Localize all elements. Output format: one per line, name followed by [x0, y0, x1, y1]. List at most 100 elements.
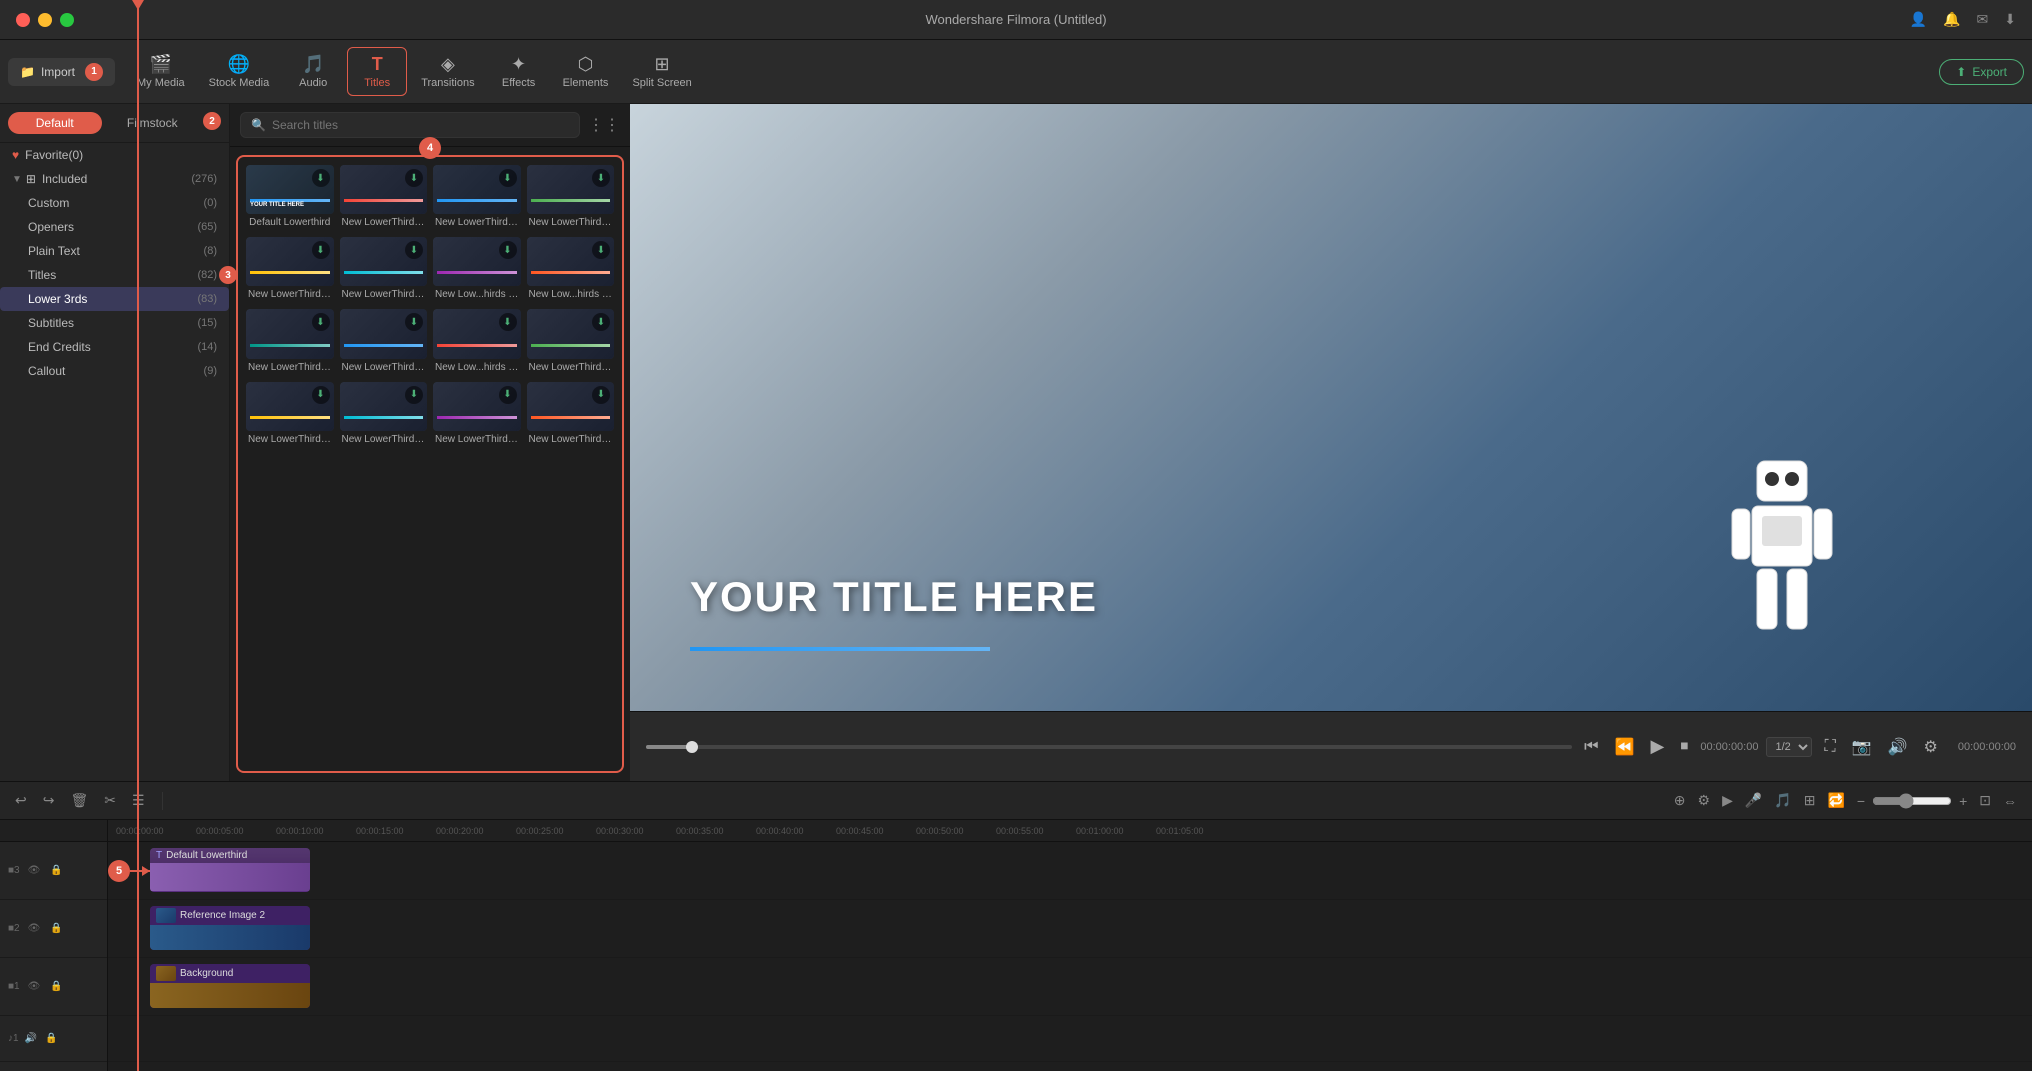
- delete-button[interactable]: 🗑: [67, 789, 91, 812]
- audio-num: ♪1: [8, 1033, 19, 1044]
- thumb-item-4[interactable]: ⬇ New LowerThirds 12: [527, 165, 615, 231]
- import-button[interactable]: 📁 Import 1: [8, 58, 115, 86]
- thumb-item-2[interactable]: ⬇ New LowerThirds 1: [340, 165, 428, 231]
- download-icon-7[interactable]: ⬇: [499, 241, 517, 259]
- track-1-eye[interactable]: 👁: [26, 979, 43, 994]
- maximize-button[interactable]: [60, 13, 74, 27]
- thumb-item-11[interactable]: ⬇ New Low...hirds 37: [433, 309, 521, 375]
- clip-ref-body: [150, 925, 310, 950]
- download-icon-11[interactable]: ⬇: [499, 313, 517, 331]
- track-1-lock[interactable]: 🔒: [48, 979, 64, 994]
- thumb-item-13[interactable]: ⬇ New LowerThirds 9: [246, 382, 334, 448]
- progress-bar[interactable]: [646, 745, 1572, 749]
- progress-handle[interactable]: [686, 741, 698, 753]
- tree-favorite[interactable]: ♥ Favorite (0): [0, 143, 229, 167]
- play-timeline-button[interactable]: ▶: [1719, 789, 1736, 812]
- music-button[interactable]: 🎵: [1771, 789, 1794, 812]
- toolbar-item-audio[interactable]: 🎵 Audio: [283, 48, 343, 95]
- timeline-clip-bg[interactable]: Background: [150, 964, 310, 1008]
- tree-plain-text[interactable]: Plain Text (8): [0, 239, 229, 263]
- mic-button[interactable]: 🎤: [1742, 789, 1765, 812]
- thumb-item-6[interactable]: ⬇ New LowerThirds 6: [340, 237, 428, 303]
- track-settings-button[interactable]: ⚙: [1695, 789, 1714, 812]
- zoom-slider[interactable]: [1872, 793, 1952, 809]
- close-button[interactable]: [16, 13, 30, 27]
- audio-mute[interactable]: 🔊: [23, 1031, 39, 1046]
- toolbar-item-titles[interactable]: T Titles: [347, 47, 407, 96]
- tree-openers[interactable]: Openers (65): [0, 215, 229, 239]
- tree-custom[interactable]: Custom (0): [0, 191, 229, 215]
- download-icon-1[interactable]: ⬇: [312, 169, 330, 187]
- thumb-item-16[interactable]: ⬇ New LowerThirds 13: [527, 382, 615, 448]
- thumb-item-8[interactable]: ⬇ New Low...hirds 39: [527, 237, 615, 303]
- tree-included[interactable]: ▼ ⊞ Included (276): [0, 167, 229, 191]
- download-icon-16[interactable]: ⬇: [592, 386, 610, 404]
- toolbar-item-effects[interactable]: ✦ Effects: [489, 48, 549, 95]
- redo-button[interactable]: ↪: [40, 789, 58, 812]
- timeline-clip-title[interactable]: T Default Lowerthird: [150, 848, 310, 892]
- toolbar-item-stock-media[interactable]: 🌐 Stock Media: [199, 48, 280, 95]
- speed-select[interactable]: 1/2 1/1 2x: [1766, 737, 1812, 757]
- download-icon-9[interactable]: ⬇: [312, 313, 330, 331]
- cut-button[interactable]: ✂: [101, 789, 119, 812]
- tree-lower-3rds[interactable]: Lower 3rds (83): [0, 287, 229, 311]
- download-icon-2[interactable]: ⬇: [405, 169, 423, 187]
- notifications-icon[interactable]: 🔔: [1943, 11, 1960, 28]
- audio-lock[interactable]: 🔒: [43, 1031, 59, 1046]
- toolbar-item-elements[interactable]: ⬡ Elements: [553, 48, 619, 95]
- loop-button[interactable]: 🔁: [1824, 789, 1847, 812]
- download-icon[interactable]: ⬇: [2004, 11, 2016, 28]
- add-track-button[interactable]: ⊕: [1671, 789, 1689, 812]
- fit-button[interactable]: ⊡: [1976, 789, 1994, 812]
- search-input[interactable]: [272, 118, 569, 132]
- play-button[interactable]: ▶: [1647, 732, 1669, 761]
- track-3-lock[interactable]: 🔒: [48, 863, 64, 878]
- included-count: (276): [191, 173, 217, 185]
- mail-icon[interactable]: ✉: [1977, 11, 1989, 28]
- download-icon-15[interactable]: ⬇: [499, 386, 517, 404]
- thumb-item-7[interactable]: ⬇ New Low...hirds 22: [433, 237, 521, 303]
- thumb-item-1[interactable]: YOUR TITLE HERE ⬇ Default Lowerthird: [246, 165, 334, 231]
- thumb-item-14[interactable]: ⬇ New LowerThirds 10: [340, 382, 428, 448]
- thumb-item-12[interactable]: ⬇ New LowerThirds 7: [527, 309, 615, 375]
- list-button[interactable]: ☰: [129, 789, 148, 812]
- track-2-eye[interactable]: 👁: [26, 921, 43, 936]
- download-icon-13[interactable]: ⬇: [312, 386, 330, 404]
- thumb-item-10[interactable]: ⬇ New LowerThirds 4: [340, 309, 428, 375]
- minimize-button[interactable]: [38, 13, 52, 27]
- skip-back-button[interactable]: ⏮: [1580, 734, 1602, 760]
- thumb-item-15[interactable]: ⬇ New LowerThirds 11: [433, 382, 521, 448]
- stop-button[interactable]: ⏹: [1676, 734, 1692, 760]
- tree-subtitles[interactable]: Subtitles (15): [0, 311, 229, 335]
- download-icon-5[interactable]: ⬇: [312, 241, 330, 259]
- step-back-button[interactable]: ⏪: [1611, 733, 1639, 761]
- thumb-item-9[interactable]: ⬇ New LowerThirds 18: [246, 309, 334, 375]
- download-icon-4[interactable]: ⬇: [592, 169, 610, 187]
- tab-default[interactable]: Default: [8, 112, 102, 134]
- grid-options-button[interactable]: ⋮⋮: [588, 115, 620, 135]
- user-icon[interactable]: 👤: [1910, 11, 1927, 28]
- tree-titles[interactable]: Titles (82) 3: [0, 263, 229, 287]
- grid-view-button[interactable]: ⊞: [1801, 789, 1819, 812]
- timeline-clip-ref[interactable]: Reference Image 2: [150, 906, 310, 950]
- export-button[interactable]: ⬆ Export: [1939, 59, 2024, 85]
- toolbar-item-split-screen[interactable]: ⊞ Split Screen: [622, 48, 701, 95]
- tab-filmstock[interactable]: Filmstock: [106, 112, 200, 134]
- tree-callout[interactable]: Callout (9): [0, 359, 229, 383]
- track-3-eye[interactable]: 👁: [26, 863, 43, 878]
- toolbar-item-transitions[interactable]: ◈ Transitions: [411, 48, 484, 95]
- download-icon-3[interactable]: ⬇: [499, 169, 517, 187]
- download-icon-14[interactable]: ⬇: [405, 386, 423, 404]
- settings-button[interactable]: ⚙: [1920, 733, 1942, 761]
- camera-button[interactable]: 📷: [1848, 733, 1876, 761]
- fullscreen-button[interactable]: ⛶: [1820, 734, 1839, 760]
- thumb-item-3[interactable]: ⬇ New LowerThirds 2: [433, 165, 521, 231]
- volume-button[interactable]: 🔊: [1884, 733, 1912, 761]
- search-box[interactable]: 🔍: [240, 112, 580, 138]
- tree-end-credits[interactable]: End Credits (14): [0, 335, 229, 359]
- toolbar-item-my-media[interactable]: 🎬 My Media: [127, 48, 195, 95]
- thumb-item-5[interactable]: ⬇ New LowerThirds 5: [246, 237, 334, 303]
- undo-button[interactable]: ↩: [12, 789, 30, 812]
- track-2-lock[interactable]: 🔒: [48, 921, 64, 936]
- expand-button[interactable]: ⇔: [2000, 790, 2020, 812]
